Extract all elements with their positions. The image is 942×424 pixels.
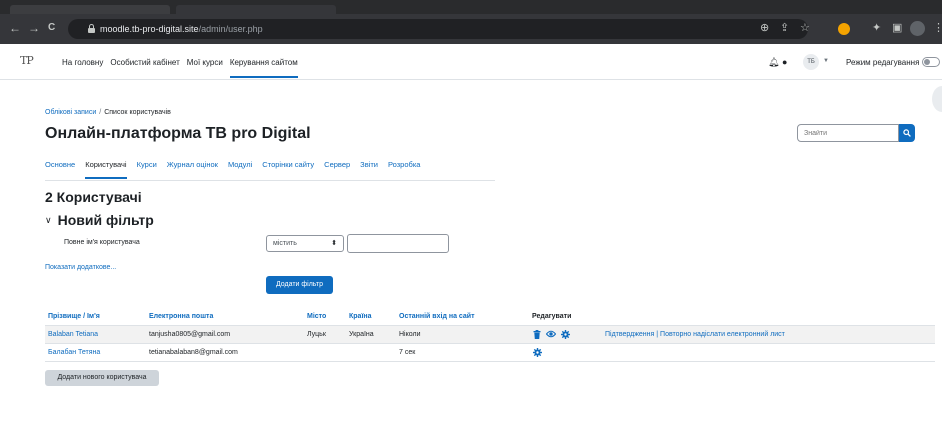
- extensions-icon[interactable]: ✦: [872, 22, 881, 34]
- nav-my-courses[interactable]: Мої курси: [187, 58, 223, 78]
- share-icon[interactable]: ⇪: [780, 22, 789, 34]
- browser-tabstrip: [0, 0, 942, 14]
- user-email: tanjusha0805@gmail.com: [149, 331, 231, 338]
- user-email: tetianabalaban8@gmail.com: [149, 349, 238, 356]
- chevron-down-icon[interactable]: ▼: [823, 58, 829, 64]
- primary-navigation: На головну Особистий кабінет Мої курси К…: [62, 58, 298, 78]
- notifications-bell-icon[interactable]: 🔔︎: [768, 57, 779, 68]
- tab-development[interactable]: Розробка: [388, 160, 420, 179]
- tab-plugins[interactable]: Модулі: [228, 160, 252, 179]
- nav-dashboard[interactable]: Особистий кабінет: [110, 58, 179, 78]
- user-name-link[interactable]: Балабан Тетяна: [48, 349, 100, 356]
- users-count-heading: 2 Користувачі: [45, 189, 142, 205]
- delete-icon[interactable]: [533, 330, 541, 339]
- tab-courses[interactable]: Курси: [137, 160, 157, 179]
- user-country: Україна: [349, 331, 374, 338]
- row-divider: [45, 361, 935, 362]
- menu-icon[interactable]: ⋮: [933, 22, 942, 34]
- secondary-nav-divider: [45, 180, 495, 181]
- confirm-resend-links[interactable]: Підтвердження | Повторно надіслати елект…: [605, 331, 785, 338]
- col-last-access[interactable]: Останній вхід на сайт: [399, 313, 475, 320]
- secondary-navigation: Основне Користувачі Курси Журнал оцінок …: [45, 160, 420, 179]
- browser-tab[interactable]: [10, 5, 170, 14]
- browser-tab-active[interactable]: [176, 5, 336, 14]
- reload-button[interactable]: C: [48, 22, 55, 34]
- drawer-toggle-button[interactable]: [932, 86, 942, 112]
- extension-orange-icon[interactable]: [838, 23, 850, 35]
- table-row: Балабан Тетяна tetianabalaban8@gmail.com…: [45, 344, 935, 361]
- add-new-user-button[interactable]: Додати нового користувача: [45, 370, 159, 386]
- lock-icon: [88, 24, 95, 33]
- user-city: Луцьк: [307, 331, 326, 338]
- breadcrumb-user-list: Список користувачів: [104, 109, 171, 116]
- breadcrumb: Облікові записи / Список користувачів: [45, 109, 171, 116]
- nav-home[interactable]: На головну: [62, 58, 103, 78]
- search-icon: [903, 129, 911, 137]
- moodle-navbar: TP На головну Особистий кабінет Мої курс…: [0, 44, 942, 80]
- col-edit: Редагувати: [532, 313, 572, 320]
- address-url[interactable]: moodle.tb-pro-digital.site/admin/user.ph…: [100, 24, 263, 35]
- tab-reports[interactable]: Звіти: [360, 160, 378, 179]
- user-last-access: 7 сек: [399, 349, 416, 356]
- select-arrows-icon: ⬍: [331, 240, 337, 247]
- filter-field-label: Повне ім'я користувача: [64, 239, 140, 246]
- breadcrumb-accounts[interactable]: Облікові записи: [45, 109, 96, 116]
- settings-icon[interactable]: [561, 330, 570, 339]
- col-country[interactable]: Країна: [349, 313, 372, 320]
- col-email[interactable]: Електронна пошта: [149, 313, 213, 320]
- forward-button[interactable]: →: [28, 22, 40, 34]
- back-button[interactable]: ←: [9, 22, 21, 34]
- search-button[interactable]: [899, 124, 915, 142]
- messages-icon[interactable]: ●: [782, 57, 787, 67]
- col-city[interactable]: Місто: [307, 313, 326, 320]
- page-title: Онлайн-платформа TB pro Digital: [45, 125, 311, 142]
- nav-site-admin[interactable]: Керування сайтом: [229, 58, 298, 78]
- col-fullname[interactable]: Прізвище / Ім'я: [48, 313, 100, 320]
- tab-appearance[interactable]: Сторінки сайту: [262, 160, 314, 179]
- search-input[interactable]: [797, 124, 899, 142]
- add-filter-button[interactable]: Додати фільтр: [266, 276, 333, 294]
- show-more-link[interactable]: Показати додаткове...: [45, 264, 116, 271]
- tab-users[interactable]: Користувачі: [85, 160, 127, 179]
- filter-operator-select[interactable]: містить ⬍: [266, 235, 344, 252]
- star-icon[interactable]: ☆: [800, 22, 810, 34]
- user-avatar[interactable]: TБ: [803, 54, 819, 70]
- chevron-down-icon[interactable]: ∨: [45, 215, 52, 226]
- site-logo[interactable]: TP: [20, 54, 34, 67]
- zoom-icon[interactable]: ⊕: [760, 22, 769, 34]
- user-name-link[interactable]: Balaban Tetiana: [48, 331, 98, 338]
- tab-general[interactable]: Основне: [45, 160, 75, 179]
- sidepanel-icon[interactable]: ▣: [892, 22, 902, 34]
- tab-grades[interactable]: Журнал оцінок: [167, 160, 218, 179]
- new-filter-heading[interactable]: ∨ Новий фільтр: [45, 212, 154, 228]
- browser-toolbar: ← → C moodle.tb-pro-digital.site/admin/u…: [0, 14, 942, 44]
- settings-icon[interactable]: [533, 348, 542, 357]
- admin-search: [797, 124, 917, 142]
- tab-server[interactable]: Сервер: [324, 160, 350, 179]
- edit-mode-toggle[interactable]: [922, 57, 940, 67]
- user-last-access: Ніколи: [399, 331, 421, 338]
- filter-value-input[interactable]: [347, 234, 449, 253]
- edit-mode-label: Режим редагування: [846, 58, 920, 67]
- suspend-eye-icon[interactable]: [546, 330, 556, 338]
- table-row: Balaban Tetiana tanjusha0805@gmail.com Л…: [45, 326, 935, 343]
- profile-icon[interactable]: [910, 21, 925, 36]
